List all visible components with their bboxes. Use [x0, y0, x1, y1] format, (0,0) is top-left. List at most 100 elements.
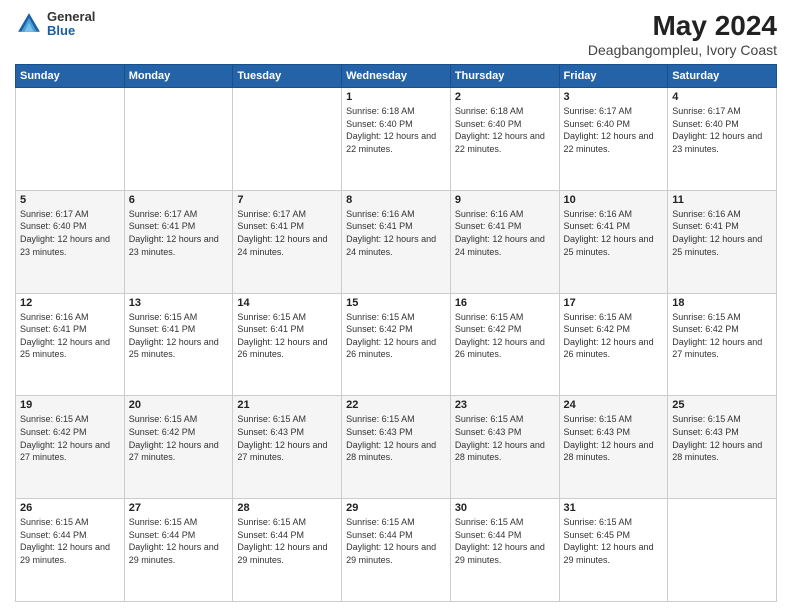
calendar-cell: [16, 88, 125, 191]
calendar-cell: 27 Sunrise: 6:15 AMSunset: 6:44 PMDaylig…: [124, 499, 233, 602]
calendar-cell: 25 Sunrise: 6:15 AMSunset: 6:43 PMDaylig…: [668, 396, 777, 499]
calendar-cell: 6 Sunrise: 6:17 AMSunset: 6:41 PMDayligh…: [124, 190, 233, 293]
day-number: 22: [346, 399, 446, 411]
day-info: Sunrise: 6:15 AMSunset: 6:44 PMDaylight:…: [20, 517, 110, 565]
day-info: Sunrise: 6:15 AMSunset: 6:42 PMDaylight:…: [129, 414, 219, 462]
day-info: Sunrise: 6:18 AMSunset: 6:40 PMDaylight:…: [346, 106, 436, 154]
day-number: 15: [346, 297, 446, 309]
day-number: 12: [20, 297, 120, 309]
logo-text: General Blue: [47, 10, 95, 39]
day-info: Sunrise: 6:15 AMSunset: 6:44 PMDaylight:…: [129, 517, 219, 565]
calendar-cell: 8 Sunrise: 6:16 AMSunset: 6:41 PMDayligh…: [342, 190, 451, 293]
day-number: 13: [129, 297, 229, 309]
calendar-cell: [124, 88, 233, 191]
day-number: 25: [672, 399, 772, 411]
calendar-cell: 28 Sunrise: 6:15 AMSunset: 6:44 PMDaylig…: [233, 499, 342, 602]
calendar-cell: 14 Sunrise: 6:15 AMSunset: 6:41 PMDaylig…: [233, 293, 342, 396]
day-info: Sunrise: 6:16 AMSunset: 6:41 PMDaylight:…: [346, 209, 436, 257]
day-info: Sunrise: 6:15 AMSunset: 6:43 PMDaylight:…: [455, 414, 545, 462]
calendar-cell: [233, 88, 342, 191]
calendar-cell: 13 Sunrise: 6:15 AMSunset: 6:41 PMDaylig…: [124, 293, 233, 396]
day-number: 26: [20, 502, 120, 514]
day-number: 6: [129, 194, 229, 206]
day-number: 11: [672, 194, 772, 206]
day-info: Sunrise: 6:15 AMSunset: 6:43 PMDaylight:…: [237, 414, 327, 462]
week-row-2: 12 Sunrise: 6:16 AMSunset: 6:41 PMDaylig…: [16, 293, 777, 396]
logo-general: General: [47, 10, 95, 24]
day-info: Sunrise: 6:15 AMSunset: 6:45 PMDaylight:…: [564, 517, 654, 565]
day-info: Sunrise: 6:16 AMSunset: 6:41 PMDaylight:…: [672, 209, 762, 257]
calendar-cell: 19 Sunrise: 6:15 AMSunset: 6:42 PMDaylig…: [16, 396, 125, 499]
col-saturday: Saturday: [668, 65, 777, 88]
col-tuesday: Tuesday: [233, 65, 342, 88]
calendar-cell: 9 Sunrise: 6:16 AMSunset: 6:41 PMDayligh…: [450, 190, 559, 293]
day-info: Sunrise: 6:15 AMSunset: 6:42 PMDaylight:…: [20, 414, 110, 462]
day-info: Sunrise: 6:15 AMSunset: 6:42 PMDaylight:…: [346, 312, 436, 360]
page: General Blue May 2024 Deagbangompleu, Iv…: [0, 0, 792, 612]
calendar-cell: 12 Sunrise: 6:16 AMSunset: 6:41 PMDaylig…: [16, 293, 125, 396]
calendar-cell: 11 Sunrise: 6:16 AMSunset: 6:41 PMDaylig…: [668, 190, 777, 293]
day-number: 2: [455, 91, 555, 103]
day-number: 16: [455, 297, 555, 309]
day-info: Sunrise: 6:17 AMSunset: 6:40 PMDaylight:…: [20, 209, 110, 257]
day-number: 5: [20, 194, 120, 206]
day-info: Sunrise: 6:17 AMSunset: 6:40 PMDaylight:…: [564, 106, 654, 154]
day-number: 28: [237, 502, 337, 514]
day-number: 3: [564, 91, 664, 103]
day-number: 4: [672, 91, 772, 103]
day-info: Sunrise: 6:15 AMSunset: 6:44 PMDaylight:…: [237, 517, 327, 565]
calendar-cell: [668, 499, 777, 602]
calendar-cell: 26 Sunrise: 6:15 AMSunset: 6:44 PMDaylig…: [16, 499, 125, 602]
calendar-cell: 5 Sunrise: 6:17 AMSunset: 6:40 PMDayligh…: [16, 190, 125, 293]
day-number: 21: [237, 399, 337, 411]
day-info: Sunrise: 6:17 AMSunset: 6:41 PMDaylight:…: [237, 209, 327, 257]
day-info: Sunrise: 6:15 AMSunset: 6:42 PMDaylight:…: [455, 312, 545, 360]
week-row-4: 26 Sunrise: 6:15 AMSunset: 6:44 PMDaylig…: [16, 499, 777, 602]
day-info: Sunrise: 6:16 AMSunset: 6:41 PMDaylight:…: [20, 312, 110, 360]
calendar-cell: 21 Sunrise: 6:15 AMSunset: 6:43 PMDaylig…: [233, 396, 342, 499]
day-number: 31: [564, 502, 664, 514]
col-thursday: Thursday: [450, 65, 559, 88]
day-info: Sunrise: 6:15 AMSunset: 6:44 PMDaylight:…: [455, 517, 545, 565]
calendar-cell: 30 Sunrise: 6:15 AMSunset: 6:44 PMDaylig…: [450, 499, 559, 602]
main-title: May 2024: [588, 10, 777, 42]
title-block: May 2024 Deagbangompleu, Ivory Coast: [588, 10, 777, 58]
day-number: 23: [455, 399, 555, 411]
day-info: Sunrise: 6:17 AMSunset: 6:40 PMDaylight:…: [672, 106, 762, 154]
calendar-cell: 4 Sunrise: 6:17 AMSunset: 6:40 PMDayligh…: [668, 88, 777, 191]
calendar-header-row: Sunday Monday Tuesday Wednesday Thursday…: [16, 65, 777, 88]
calendar-cell: 16 Sunrise: 6:15 AMSunset: 6:42 PMDaylig…: [450, 293, 559, 396]
day-info: Sunrise: 6:17 AMSunset: 6:41 PMDaylight:…: [129, 209, 219, 257]
calendar-cell: 23 Sunrise: 6:15 AMSunset: 6:43 PMDaylig…: [450, 396, 559, 499]
day-info: Sunrise: 6:15 AMSunset: 6:44 PMDaylight:…: [346, 517, 436, 565]
day-number: 9: [455, 194, 555, 206]
day-info: Sunrise: 6:15 AMSunset: 6:42 PMDaylight:…: [564, 312, 654, 360]
calendar-cell: 17 Sunrise: 6:15 AMSunset: 6:42 PMDaylig…: [559, 293, 668, 396]
calendar-cell: 2 Sunrise: 6:18 AMSunset: 6:40 PMDayligh…: [450, 88, 559, 191]
day-info: Sunrise: 6:18 AMSunset: 6:40 PMDaylight:…: [455, 106, 545, 154]
day-number: 24: [564, 399, 664, 411]
logo-blue: Blue: [47, 24, 95, 38]
calendar-cell: 1 Sunrise: 6:18 AMSunset: 6:40 PMDayligh…: [342, 88, 451, 191]
day-info: Sunrise: 6:15 AMSunset: 6:43 PMDaylight:…: [564, 414, 654, 462]
calendar-cell: 15 Sunrise: 6:15 AMSunset: 6:42 PMDaylig…: [342, 293, 451, 396]
day-number: 27: [129, 502, 229, 514]
col-friday: Friday: [559, 65, 668, 88]
calendar-cell: 20 Sunrise: 6:15 AMSunset: 6:42 PMDaylig…: [124, 396, 233, 499]
day-number: 30: [455, 502, 555, 514]
day-number: 17: [564, 297, 664, 309]
day-info: Sunrise: 6:16 AMSunset: 6:41 PMDaylight:…: [455, 209, 545, 257]
calendar-cell: 22 Sunrise: 6:15 AMSunset: 6:43 PMDaylig…: [342, 396, 451, 499]
day-info: Sunrise: 6:15 AMSunset: 6:41 PMDaylight:…: [237, 312, 327, 360]
col-wednesday: Wednesday: [342, 65, 451, 88]
logo: General Blue: [15, 10, 95, 39]
calendar-cell: 24 Sunrise: 6:15 AMSunset: 6:43 PMDaylig…: [559, 396, 668, 499]
week-row-0: 1 Sunrise: 6:18 AMSunset: 6:40 PMDayligh…: [16, 88, 777, 191]
day-info: Sunrise: 6:15 AMSunset: 6:43 PMDaylight:…: [346, 414, 436, 462]
col-sunday: Sunday: [16, 65, 125, 88]
week-row-1: 5 Sunrise: 6:17 AMSunset: 6:40 PMDayligh…: [16, 190, 777, 293]
calendar-cell: 29 Sunrise: 6:15 AMSunset: 6:44 PMDaylig…: [342, 499, 451, 602]
day-number: 8: [346, 194, 446, 206]
subtitle: Deagbangompleu, Ivory Coast: [588, 42, 777, 58]
day-number: 19: [20, 399, 120, 411]
